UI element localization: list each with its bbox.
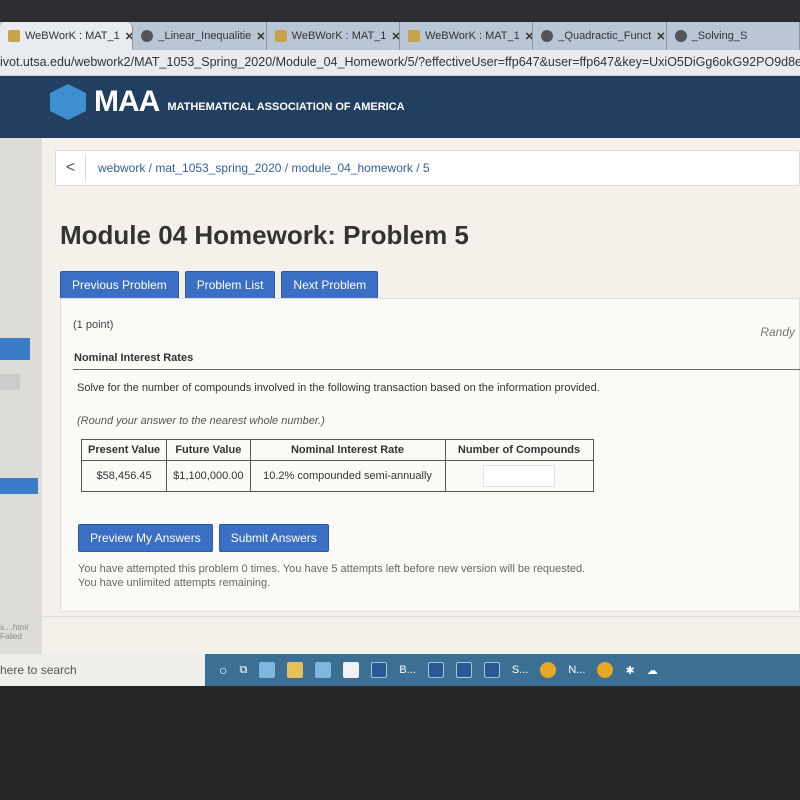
edge-icon[interactable]	[259, 662, 276, 678]
close-icon[interactable]: ✕	[656, 30, 665, 43]
taskbar-item-label[interactable]: N...	[568, 664, 585, 676]
word-icon[interactable]	[371, 662, 388, 678]
file-explorer-icon[interactable]	[287, 662, 304, 678]
close-icon[interactable]: ✕	[391, 30, 399, 43]
chrome-icon[interactable]	[540, 662, 557, 678]
page-title: Module 04 Homework: Problem 5	[60, 220, 469, 250]
breadcrumb[interactable]: webwork / mat_1053_spring_2020 / module_…	[98, 161, 430, 175]
tab-strip: WeBWorK : MAT_1 ✕ _Linear_Inequalitie ✕ We…	[0, 22, 800, 50]
webwork-icon	[8, 30, 20, 42]
close-icon[interactable]: ✕	[125, 30, 133, 43]
answer-cell	[444, 460, 594, 492]
tab-label: _Solving_S	[691, 30, 748, 42]
column-header: Present Value	[80, 439, 168, 461]
nominal-rate: 10.2% compounded semi-annually	[249, 460, 446, 492]
maa-cube-icon	[50, 84, 86, 120]
attempts-text: You have attempted this problem 0 times.…	[78, 563, 586, 575]
tab-label: WeBWorK : MAT_1	[291, 30, 387, 42]
problem-list-button[interactable]: Problem List	[184, 271, 276, 299]
sidebar	[0, 138, 42, 654]
cortana-icon[interactable]: ○	[219, 662, 227, 678]
taskbar-item-label[interactable]: B...	[399, 664, 416, 676]
word-icon[interactable]	[427, 662, 444, 678]
chrome-icon[interactable]	[597, 662, 614, 678]
rounding-note: (Round your answer to the nearest whole …	[77, 415, 325, 427]
webwork-page: MAA MATHEMATICAL ASSOCIATION OF AMERICA …	[0, 76, 800, 654]
taskbar-search[interactable]: here to search	[0, 654, 205, 686]
task-view-icon[interactable]: ⧉	[239, 664, 247, 677]
compounds-answer-input[interactable]	[483, 465, 556, 487]
close-icon[interactable]: ✕	[256, 30, 265, 43]
column-header: Future Value	[166, 439, 251, 461]
mail-icon[interactable]	[315, 662, 332, 678]
bluetooth-icon[interactable]: ✱	[625, 664, 634, 677]
close-icon[interactable]: ✕	[525, 30, 533, 43]
tab-label: WeBWorK : MAT_1	[25, 30, 120, 42]
browser-tab[interactable]: WeBWorK : MAT_1 ✕	[267, 22, 400, 50]
sidebar-button[interactable]	[0, 338, 30, 360]
next-problem-button[interactable]: Next Problem	[281, 271, 379, 299]
table-row: $58,456.45 $1,100,000.00 10.2% compounde…	[80, 460, 594, 492]
attempts-text: You have unlimited attempts remaining.	[78, 577, 271, 589]
future-value: $1,100,000.00	[166, 460, 251, 492]
points: (1 point)	[73, 319, 114, 331]
browser-tab[interactable]: _Linear_Inequalitie ✕	[133, 22, 267, 50]
maa-logo[interactable]: MAA MATHEMATICAL ASSOCIATION OF AMERICA	[50, 84, 405, 120]
globe-icon	[541, 30, 554, 42]
word-icon[interactable]	[483, 662, 500, 678]
globe-icon	[141, 30, 154, 42]
logo-text: MAA	[94, 85, 160, 118]
browser-tab[interactable]: _Solving_S	[667, 22, 800, 50]
cloud-icon[interactable]: ☁	[647, 664, 658, 677]
word-icon[interactable]	[455, 662, 472, 678]
browser-tab[interactable]: _Quadractic_Funct ✕	[533, 22, 667, 50]
table-header-row: Present Value Future Value Nominal Inter…	[80, 439, 594, 461]
user-name: Randy	[760, 325, 795, 339]
preview-answers-button[interactable]: Preview My Answers	[78, 524, 213, 552]
tab-label: _Quadractic_Funct	[558, 30, 652, 42]
browser-tab[interactable]: WeBWorK : MAT_1 ✕	[400, 22, 534, 50]
tab-label: WeBWorK : MAT_1	[424, 30, 520, 42]
webwork-icon	[274, 30, 287, 42]
globe-icon	[674, 30, 687, 42]
sidebar-button[interactable]	[0, 478, 38, 494]
previous-problem-button[interactable]: Previous Problem	[60, 271, 179, 299]
taskbar: here to search ○ ⧉ B... S... N... ✱ ☁	[0, 654, 800, 686]
back-button[interactable]: <	[56, 154, 86, 182]
problem-table: Present Value Future Value Nominal Inter…	[80, 439, 594, 492]
breadcrumb-bar: < webwork / mat_1053_spring_2020 / modul…	[55, 150, 800, 186]
instruction: Solve for the number of compounds involv…	[77, 382, 600, 394]
download-bar: s....html Failed	[0, 616, 800, 654]
submit-answers-button[interactable]: Submit Answers	[218, 524, 329, 552]
store-icon[interactable]	[343, 662, 360, 678]
download-file[interactable]: s....html	[0, 623, 800, 632]
divider	[73, 369, 800, 370]
taskbar-item-label[interactable]: S...	[512, 664, 529, 676]
present-value: $58,456.45	[80, 460, 168, 492]
column-header: Nominal Interest Rate	[249, 439, 446, 461]
download-status: Failed	[0, 632, 22, 641]
tab-label: _Linear_Inequalitie	[158, 30, 252, 42]
webwork-icon	[407, 30, 420, 42]
site-header: MAA MATHEMATICAL ASSOCIATION OF AMERICA	[0, 76, 800, 138]
problem-heading: Nominal Interest Rates	[74, 352, 194, 364]
column-header: Number of Compounds	[444, 439, 594, 461]
browser-tab[interactable]: WeBWorK : MAT_1 ✕	[0, 22, 134, 50]
sidebar-button[interactable]	[0, 374, 20, 390]
attempts-info: You have attempted this problem 0 times.…	[78, 562, 585, 590]
address-bar[interactable]: ivot.utsa.edu/webwork2/MAT_1053_Spring_2…	[0, 50, 800, 76]
org-name: MATHEMATICAL ASSOCIATION OF AMERICA	[167, 101, 405, 113]
